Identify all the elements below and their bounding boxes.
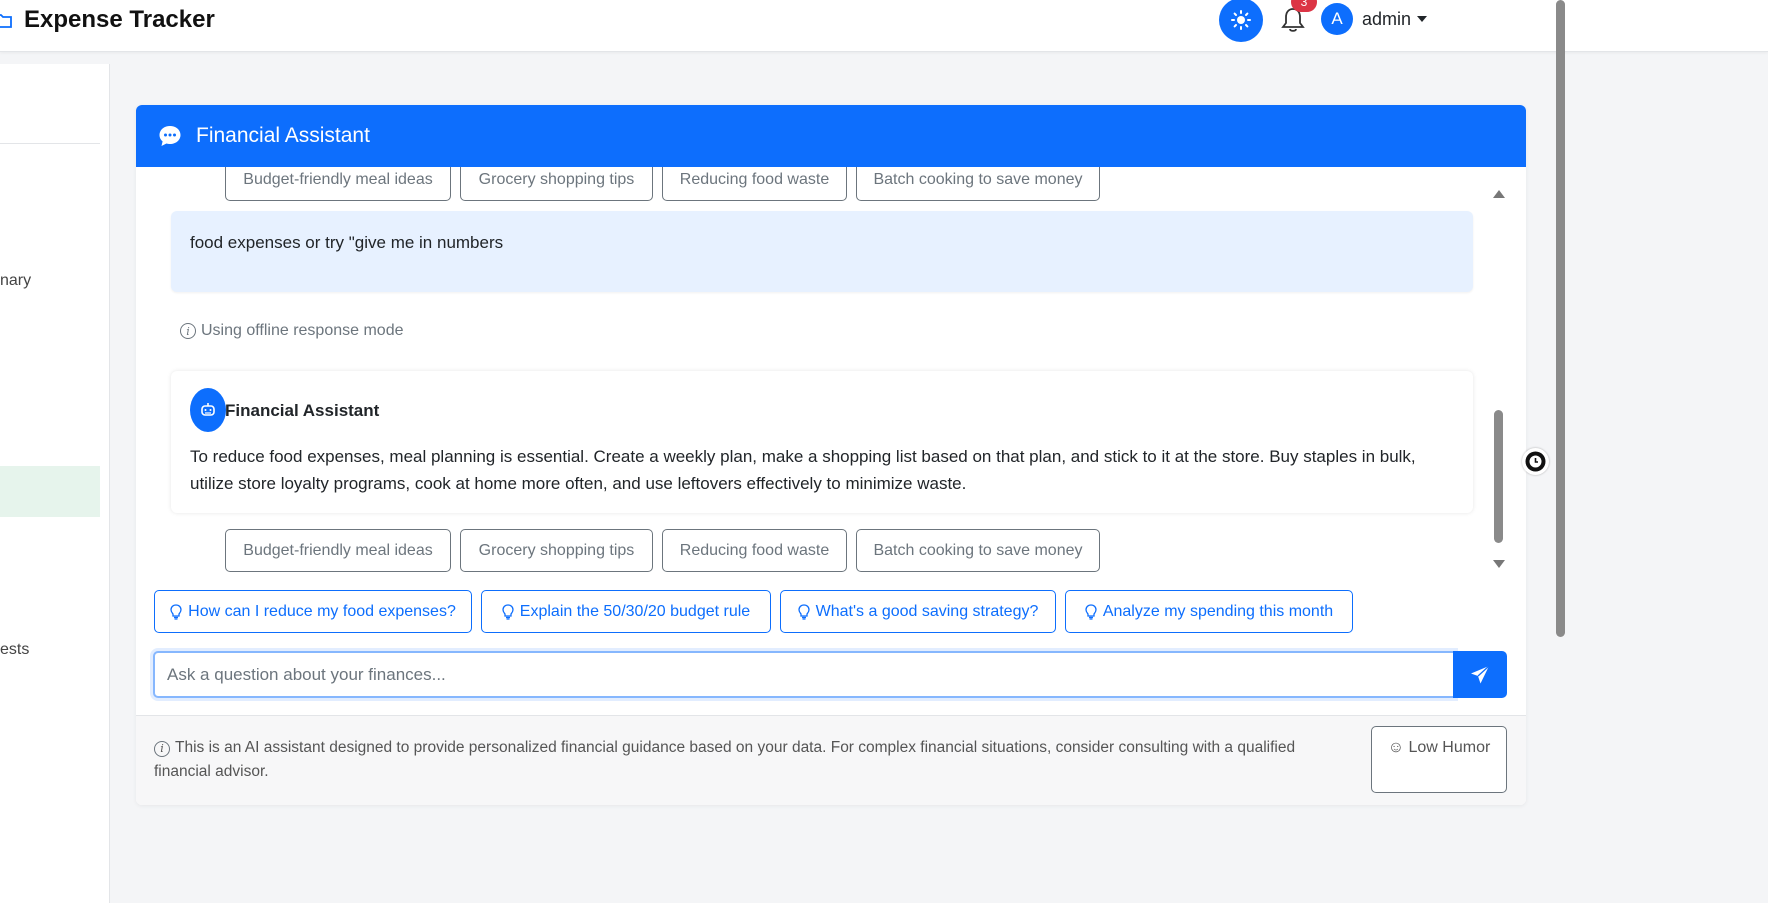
suggestion-chip[interactable]: Batch cooking to save money [856,167,1100,201]
quick-question-button[interactable]: Explain the 50/30/20 budget rule [481,590,771,633]
suggestion-chip[interactable]: Batch cooking to save money [856,529,1100,572]
chat-input[interactable] [167,653,1437,696]
robot-icon [190,388,226,432]
quick-question-label: Analyze my spending this month [1102,602,1334,620]
lightbulb-icon [797,603,810,620]
disclaimer-text: This is an AI assistant designed to prov… [154,739,1296,780]
theme-toggle-button[interactable] [1219,0,1263,42]
suggestion-chip[interactable]: Grocery shopping tips [460,167,653,201]
quick-question-label: How can I reduce my food expenses? [188,602,456,620]
user-menu[interactable]: A admin [1321,3,1428,35]
info-icon: i [154,741,170,757]
user-message: food expenses or try "give me in numbers [171,211,1473,292]
sidebar-item-summary[interactable]: nary [0,272,31,290]
suggestion-chip[interactable]: Budget-friendly meal ideas [225,167,451,201]
username: admin [1362,8,1412,29]
assistant-name: Financial Assistant [225,401,380,420]
scroll-down-arrow[interactable] [1493,560,1505,568]
sidebar: nary ests [0,64,110,903]
quick-question-button[interactable]: Analyze my spending this month [1065,590,1353,633]
notification-badge: 3 [1291,0,1317,12]
app-title: Expense Tracker [24,6,215,33]
page-scrollbar-thumb[interactable] [1556,0,1565,637]
floating-clock-icon[interactable] [1522,448,1549,475]
lightbulb-icon [170,603,182,620]
scroll-up-arrow[interactable] [1493,190,1505,198]
chevron-down-icon [1417,16,1428,22]
offline-notice-text: Using offline response mode [201,322,404,339]
suggestion-chip[interactable]: Budget-friendly meal ideas [225,529,451,572]
quick-question-button[interactable]: How can I reduce my food expenses? [154,590,472,633]
card-footer: i This is an AI assistant designed to pro… [136,715,1526,805]
chat-icon [159,126,181,146]
send-icon [1471,665,1490,683]
lightbulb-icon [1085,603,1097,620]
info-icon: i [180,323,196,339]
top-navbar: Expense Tracker 3 A admin [0,0,1768,52]
assistant-message: Financial Assistant To reduce food expen… [171,371,1473,513]
avatar: A [1321,3,1353,35]
quick-question-label: Explain the 50/30/20 budget rule [519,602,751,620]
suggestion-chip[interactable]: Reducing food waste [662,167,847,201]
card-header: Financial Assistant [136,105,1526,167]
lightbulb-icon [502,603,514,620]
quick-question-button[interactable]: What's a good saving strategy? [780,590,1056,633]
chat-input-wrapper [153,651,1455,698]
user-message-text: food expenses or try "give me in numbers [190,233,504,252]
assistant-message-text: To reduce food expenses, meal planning i… [190,447,1416,493]
card-title: Financial Assistant [196,124,370,147]
chat-scrollbar-thumb[interactable] [1494,410,1503,543]
send-button[interactable] [1453,651,1507,698]
folder-icon [0,14,12,28]
humor-level-button[interactable]: ☺ Low Humor [1371,726,1507,793]
suggestion-chip[interactable]: Grocery shopping tips [460,529,653,572]
brand[interactable]: Expense Tracker [0,6,215,34]
quick-question-label: What's a good saving strategy? [815,602,1039,620]
suggestion-chip[interactable]: Reducing food waste [662,529,847,572]
humor-label: Low Humor [1408,739,1491,756]
disclaimer: i This is an AI assistant designed to pro… [154,736,1354,784]
financial-assistant-card: Financial Assistant Budget-friendly meal… [136,105,1526,805]
smile-icon: ☺ [1387,739,1405,756]
sun-icon [1231,10,1251,30]
sidebar-item-active[interactable] [0,466,100,517]
sidebar-item-interests[interactable]: ests [0,641,29,659]
offline-notice: i Using offline response mode [180,322,404,340]
chat-messages: Budget-friendly meal ideas Grocery shopp… [136,167,1526,585]
sidebar-divider [0,143,100,144]
